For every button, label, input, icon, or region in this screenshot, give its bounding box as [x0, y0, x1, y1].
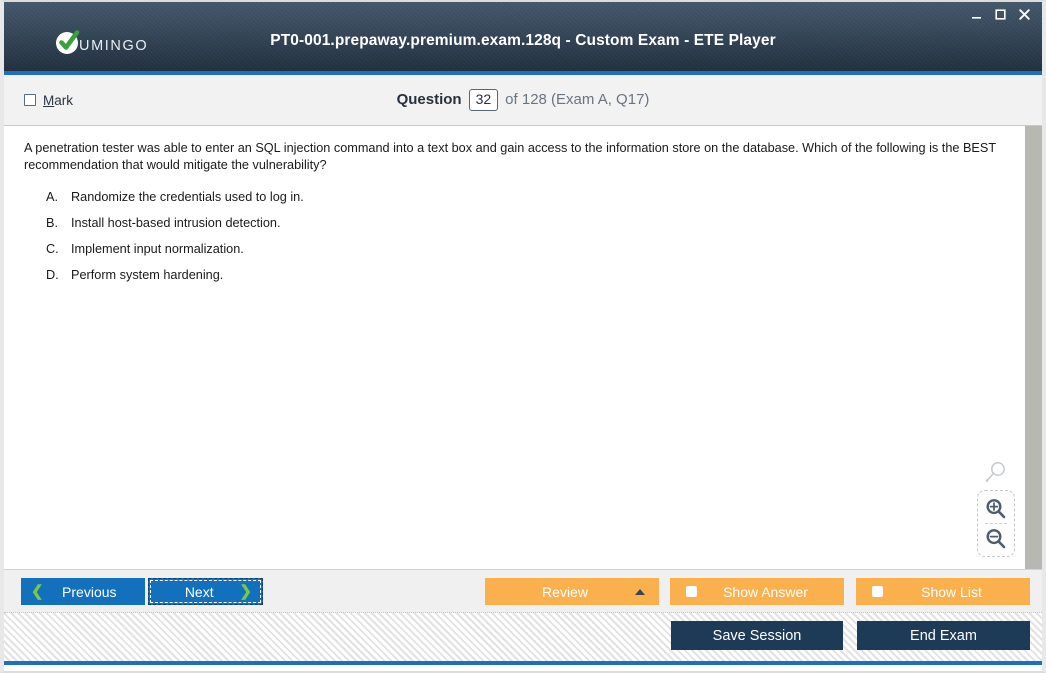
show-list-button[interactable]: Show List [856, 578, 1030, 605]
footer-bar: Save Session End Exam [4, 613, 1042, 665]
option-letter: C. [46, 242, 59, 256]
option-letter: D. [46, 268, 59, 282]
chevron-up-icon [635, 588, 645, 595]
next-button[interactable]: Next ❯ [148, 578, 263, 605]
magnifier-icon[interactable] [983, 460, 1009, 486]
next-button-label: Next [184, 583, 214, 600]
option-text: Perform system hardening. [71, 268, 224, 282]
answer-option-c[interactable]: C. Implement input normalization. [46, 242, 1001, 256]
vumingo-logo: UMINGO [54, 28, 148, 56]
option-text: Install host-based intrusion detection. [71, 216, 281, 230]
logo-wordmark: UMINGO [79, 37, 149, 54]
square-icon [686, 586, 697, 597]
chevron-right-icon: ❯ [239, 583, 252, 600]
window-controls [969, 7, 1032, 22]
review-button-label: Review [542, 583, 588, 600]
option-text: Implement input normalization. [71, 242, 244, 256]
magnifier-plus-icon[interactable] [978, 495, 1014, 522]
title-bar: UMINGO PT0-001.prepaway.premium.exam.128… [4, 2, 1042, 75]
maximize-icon[interactable] [993, 7, 1008, 22]
question-content-area: A penetration tester was able to enter a… [4, 126, 1042, 569]
question-stem: A penetration tester was able to enter a… [24, 141, 996, 172]
zoom-panel [977, 490, 1015, 557]
question-header-bar: Mark Question 32 of 128 (Exam A, Q17) [4, 75, 1042, 126]
show-list-button-label: Show List [921, 583, 982, 600]
zoom-panel-divider [985, 523, 1007, 524]
question-body: A penetration tester was able to enter a… [4, 126, 1025, 569]
check-circle-icon [54, 28, 82, 56]
option-letter: B. [46, 216, 58, 230]
answer-options-list: A. Randomize the credentials used to log… [24, 190, 1001, 282]
show-answer-button-label: Show Answer [723, 583, 808, 600]
square-icon [872, 586, 883, 597]
question-total-label: of 128 (Exam A, Q17) [505, 91, 650, 109]
save-session-button[interactable]: Save Session [671, 621, 843, 650]
option-letter: A. [46, 190, 58, 204]
ete-player-window: UMINGO PT0-001.prepaway.premium.exam.128… [0, 0, 1046, 673]
vertical-scrollbar[interactable] [1025, 126, 1042, 569]
close-icon[interactable] [1017, 7, 1032, 22]
answer-option-b[interactable]: B. Install host-based intrusion detectio… [46, 216, 1001, 230]
question-number-field[interactable]: 32 [468, 89, 499, 111]
question-word: Question [396, 91, 462, 109]
previous-button[interactable]: ❮ Previous [21, 578, 145, 605]
option-text: Randomize the credentials used to log in… [71, 190, 304, 204]
answer-option-a[interactable]: A. Randomize the credentials used to log… [46, 190, 1001, 204]
zoom-controls [977, 460, 1015, 557]
previous-button-label: Previous [62, 583, 117, 600]
magnifier-minus-icon[interactable] [978, 525, 1014, 552]
minimize-icon[interactable] [969, 7, 984, 22]
end-exam-button[interactable]: End Exam [857, 621, 1030, 650]
chevron-left-icon: ❮ [31, 583, 44, 600]
answer-option-d[interactable]: D. Perform system hardening. [46, 268, 1001, 282]
window-title: PT0-001.prepaway.premium.exam.128q - Cus… [270, 32, 776, 49]
question-counter: Question 32 of 128 (Exam A, Q17) [4, 89, 1042, 111]
show-answer-button[interactable]: Show Answer [670, 578, 844, 605]
action-bar: ❮ Previous Next ❯ Review Show Answer Sho… [4, 569, 1042, 613]
review-dropdown-button[interactable]: Review [485, 578, 659, 605]
